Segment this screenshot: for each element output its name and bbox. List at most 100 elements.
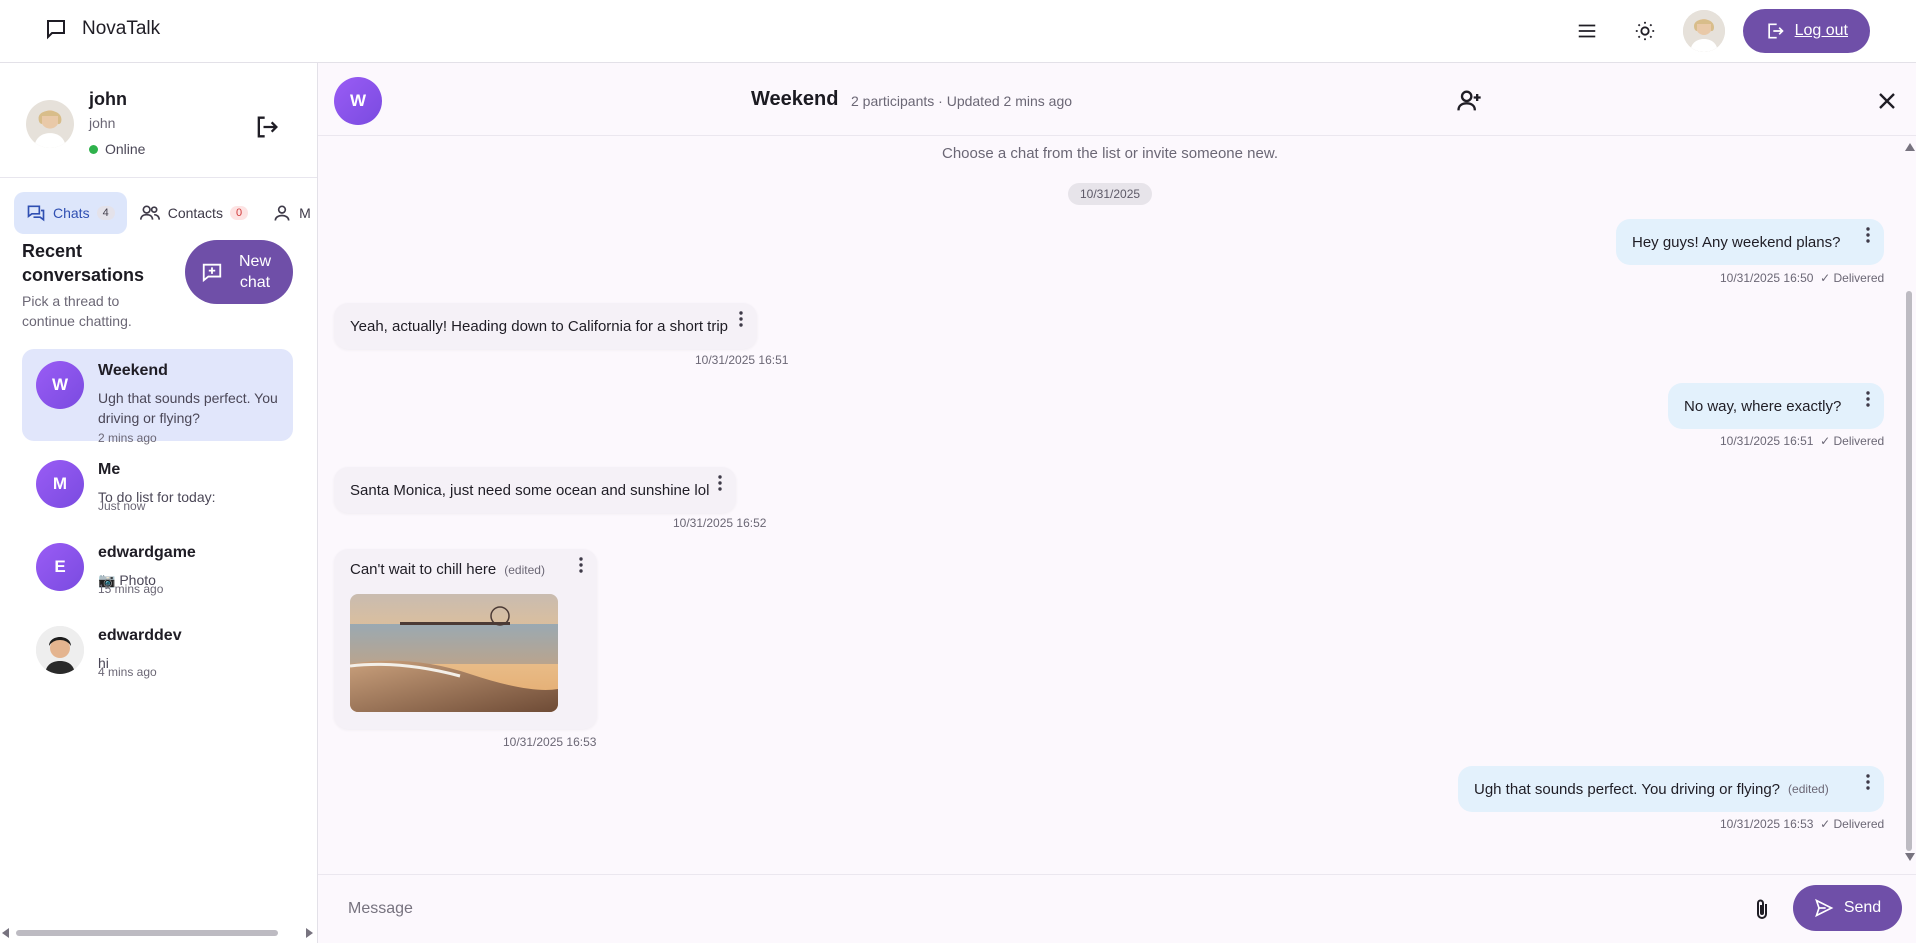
conversation-name: Weekend — [98, 362, 168, 379]
conversation-item-edwardgame[interactable]: E edwardgame 📷 Photo 15 mins ago — [22, 531, 293, 603]
date-separator: 10/31/2025 — [1068, 183, 1153, 205]
theme-toggle-button[interactable] — [1625, 11, 1665, 51]
message-time: 10/31/2025 16:53 — [1720, 817, 1814, 831]
sidebar-tabs: Chats 4 Contacts 0 M — [14, 192, 317, 234]
message-text: Ugh that sounds perfect. You driving or … — [1474, 780, 1781, 798]
profile-status: Online — [89, 141, 145, 157]
message-meta: 10/31/2025 16:50 ✓ Delivered — [1720, 271, 1884, 285]
message-bubble-incoming[interactable]: Yeah, actually! Heading down to Californ… — [334, 303, 757, 349]
sign-out-icon[interactable] — [253, 113, 281, 141]
message-meta: 10/31/2025 16:52 — [673, 516, 766, 530]
message-meta: 10/31/2025 16:51 ✓ Delivered — [1720, 434, 1884, 448]
message-text: Hey guys! Any weekend plans? — [1632, 233, 1841, 251]
app-title: NovaTalk — [82, 18, 161, 39]
more-vertical-icon[interactable] — [574, 556, 588, 574]
avatar-portrait-icon — [1682, 10, 1725, 52]
conversation-time: Just now — [98, 499, 146, 513]
chat-panel: W Weekend 2 participants · Updated 2 min… — [318, 63, 1916, 943]
conversation-name: edwarddev — [98, 627, 182, 644]
conversation-name: edwardgame — [98, 544, 196, 561]
messages-vertical-scrollbar[interactable] — [1903, 143, 1916, 863]
message-meta: 10/31/2025 16:53 — [503, 735, 596, 749]
conversation-avatar: E — [36, 543, 84, 591]
conversation-item-weekend[interactable]: W Weekend Ugh that sounds perfect. You d… — [22, 349, 293, 445]
send-button[interactable]: Send — [1793, 885, 1902, 931]
beach-photo-image — [350, 594, 558, 712]
new-chat-button[interactable]: New chat — [185, 240, 293, 304]
message-bubble-outgoing[interactable]: Hey guys! Any weekend plans? — [1616, 219, 1884, 265]
close-icon[interactable] — [1873, 87, 1901, 115]
new-chat-label: New chat — [238, 253, 271, 291]
conversation-avatar — [36, 626, 84, 674]
scrollbar-thumb[interactable] — [16, 930, 278, 936]
message-status: ✓ Delivered — [1820, 434, 1885, 448]
conversation-time: 4 mins ago — [98, 665, 157, 679]
logout-button[interactable]: Log out — [1742, 9, 1870, 53]
message-bubble-incoming[interactable]: Santa Monica, just need some ocean and s… — [334, 467, 736, 513]
brand[interactable]: NovaTalk — [44, 17, 160, 41]
message-meta: 10/31/2025 16:53 ✓ Delivered — [1720, 817, 1884, 831]
logout-icon — [1767, 23, 1784, 39]
more-vertical-icon[interactable] — [1861, 226, 1875, 244]
chat-hint: Choose a chat from the list or invite so… — [941, 145, 1278, 162]
scrollbar-thumb[interactable] — [1906, 291, 1912, 851]
conversation-time: 2 mins ago — [98, 431, 157, 445]
conversation-item-me[interactable]: M Me To do list for today: Just now — [22, 448, 293, 520]
edited-label: (edited) — [1788, 782, 1829, 796]
tab-chats[interactable]: Chats 4 — [14, 192, 127, 234]
more-vertical-icon[interactable] — [713, 474, 727, 492]
avatar-portrait-icon — [36, 626, 84, 674]
scroll-down-arrow-icon[interactable] — [1905, 853, 1915, 861]
profile-name: john — [89, 89, 127, 109]
contacts-count-badge: 0 — [229, 206, 249, 220]
message-status: ✓ Delivered — [1820, 817, 1885, 831]
message-text: Santa Monica, just need some ocean and s… — [350, 481, 710, 499]
send-label: Send — [1843, 899, 1882, 916]
chats-icon — [27, 205, 45, 222]
more-vertical-icon[interactable] — [1861, 390, 1875, 408]
message-status: ✓ Delivered — [1820, 271, 1885, 285]
new-chat-icon — [202, 263, 222, 283]
recent-conversations-subtitle: Pick a thread to continue chatting. — [22, 293, 132, 329]
scroll-left-arrow-icon[interactable] — [2, 928, 10, 938]
status-label: Online — [105, 141, 146, 157]
more-vertical-icon[interactable] — [734, 310, 748, 328]
message-bubble-outgoing[interactable]: Ugh that sounds perfect. You driving or … — [1458, 766, 1884, 812]
hamburger-menu-icon — [1578, 24, 1595, 38]
message-bubble-outgoing[interactable]: No way, where exactly? — [1668, 383, 1884, 429]
menu-button[interactable] — [1567, 11, 1607, 51]
chat-bubble-icon — [47, 20, 65, 40]
user-avatar[interactable] — [1682, 10, 1725, 52]
message-input[interactable] — [334, 887, 1734, 931]
paperclip-icon[interactable] — [1750, 898, 1774, 922]
tab-contacts[interactable]: Contacts 0 — [127, 192, 260, 234]
message-time: 10/31/2025 16:51 — [695, 353, 789, 367]
scroll-up-arrow-icon[interactable] — [1905, 143, 1915, 151]
profile-avatar[interactable] — [26, 100, 74, 148]
message-time: 10/31/2025 16:50 — [1720, 271, 1814, 285]
add-participant-icon[interactable] — [1455, 87, 1483, 115]
profile-card: john john Online — [0, 63, 317, 178]
conversation-preview: Ugh that sounds perfect. You driving or … — [98, 390, 278, 426]
conversation-item-edwarddev[interactable]: edwarddev hi 4 mins ago — [22, 614, 293, 686]
logout-label: Log out — [1794, 22, 1848, 39]
message-text: No way, where exactly? — [1684, 397, 1842, 415]
sun-icon — [1635, 21, 1654, 41]
chat-avatar: W — [334, 77, 382, 125]
top-app-bar: NovaTalk Log out — [0, 0, 1916, 63]
message-composer: Send — [318, 874, 1916, 943]
avatar-portrait-icon — [26, 100, 74, 148]
scroll-right-arrow-icon[interactable] — [305, 928, 313, 938]
conversation-name: Me — [98, 461, 121, 478]
recent-conversations-title: Recent conversations — [22, 241, 145, 285]
tab-me[interactable]: M — [260, 192, 317, 234]
online-dot-icon — [89, 144, 98, 154]
sidebar-horizontal-scrollbar[interactable] — [0, 925, 317, 939]
contacts-icon — [139, 205, 160, 220]
chat-header: W Weekend 2 participants · Updated 2 min… — [318, 63, 1916, 136]
message-bubble-incoming-photo[interactable]: Can't wait to chill here (edited) — [334, 549, 597, 729]
message-text-row: Can't wait to chill here (edited) — [350, 561, 545, 578]
more-vertical-icon[interactable] — [1861, 773, 1875, 791]
tab-contacts-label: Contacts — [167, 205, 223, 221]
beach-pier-photo[interactable] — [350, 594, 558, 712]
